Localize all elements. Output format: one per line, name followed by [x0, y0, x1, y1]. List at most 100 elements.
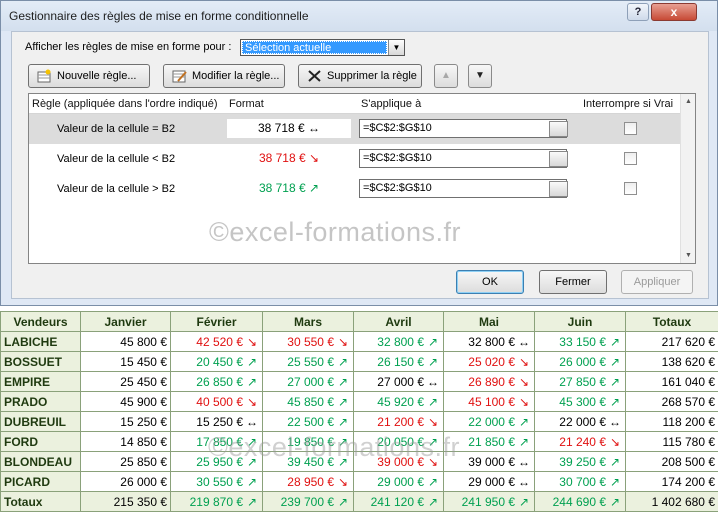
value-cell[interactable]: 32 800 € ↔	[443, 331, 535, 352]
value-cell[interactable]: 244 690 € ↗	[534, 491, 626, 512]
total-cell[interactable]: 217 620 €	[625, 331, 718, 352]
value-cell[interactable]: 26 000 € ↗	[534, 351, 626, 372]
value-cell[interactable]: 29 000 € ↗	[353, 471, 444, 492]
scroll-down-icon[interactable]: ▼	[681, 248, 696, 263]
value-cell[interactable]: 25 020 € ↘	[443, 351, 535, 372]
vendor-name-cell[interactable]: BOSSUET	[0, 351, 81, 372]
total-cell[interactable]: 174 200 €	[625, 471, 718, 492]
rules-header: Règle (appliquée dans l'ordre indiqué) F…	[29, 94, 680, 114]
total-cell[interactable]: 115 780 €	[625, 431, 718, 452]
close-window-button[interactable]: x	[651, 3, 697, 21]
rule-range-input[interactable]: =$C$2:$G$10	[359, 149, 567, 168]
ok-button[interactable]: OK	[456, 270, 524, 294]
scroll-up-icon[interactable]: ▲	[681, 94, 696, 109]
rule-row-1[interactable]: Valeur de la cellule = B2 38 718 € ↔ =$C…	[29, 114, 680, 144]
value-cell[interactable]: 42 520 € ↘	[170, 331, 263, 352]
show-rules-select[interactable]: Sélection actuelle ▼	[240, 39, 405, 56]
vendor-name-cell[interactable]: PRADO	[0, 391, 81, 412]
value-cell[interactable]: 21 240 € ↘	[534, 431, 626, 452]
stop-if-true-checkbox[interactable]	[624, 122, 637, 135]
vendor-name-cell[interactable]: LABICHE	[0, 331, 81, 352]
value-cell[interactable]: 21 200 € ↘	[353, 411, 444, 432]
rule-row-2[interactable]: Valeur de la cellule < B2 38 718 € ↘ =$C…	[29, 144, 680, 174]
value-cell[interactable]: 30 700 € ↗	[534, 471, 626, 492]
cell-value: 14 850 €	[120, 434, 167, 449]
value-cell[interactable]: 15 250 €	[80, 411, 171, 432]
total-cell[interactable]: 1 402 680 €	[625, 491, 718, 512]
move-down-button[interactable]: ▼	[468, 64, 492, 88]
new-rule-button[interactable]: Nouvelle règle...	[28, 64, 150, 88]
value-cell[interactable]: 15 250 € ↔	[170, 411, 263, 432]
value-cell[interactable]: 26 850 € ↗	[170, 371, 263, 392]
value-cell[interactable]: 27 000 € ↗	[262, 371, 354, 392]
value-cell[interactable]: 33 150 € ↗	[534, 331, 626, 352]
range-picker-icon[interactable]	[549, 121, 568, 137]
total-cell[interactable]: 268 570 €	[625, 391, 718, 412]
value-cell[interactable]: 22 000 € ↗	[443, 411, 535, 432]
value-cell[interactable]: 26 890 € ↘	[443, 371, 535, 392]
range-picker-icon[interactable]	[549, 151, 568, 167]
cell-value: 219 870 €	[189, 494, 243, 509]
value-cell[interactable]: 45 900 €	[80, 391, 171, 412]
move-up-button[interactable]: ▲	[434, 64, 458, 88]
value-cell[interactable]: 32 800 € ↗	[353, 331, 444, 352]
value-cell[interactable]: 241 950 € ↗	[443, 491, 535, 512]
value-cell[interactable]: 22 000 € ↔	[534, 411, 626, 432]
value-cell[interactable]: 39 250 € ↗	[534, 451, 626, 472]
value-cell[interactable]: 45 800 €	[80, 331, 171, 352]
value-cell[interactable]: 45 300 € ↗	[534, 391, 626, 412]
value-cell[interactable]: 45 920 € ↗	[353, 391, 444, 412]
value-cell[interactable]: 219 870 € ↗	[170, 491, 263, 512]
value-cell[interactable]: 27 850 € ↗	[534, 371, 626, 392]
value-cell[interactable]: 14 850 €	[80, 431, 171, 452]
close-button[interactable]: Fermer	[539, 270, 607, 294]
value-cell[interactable]: 239 700 € ↗	[262, 491, 354, 512]
watermark: ©excel-formations.fr	[208, 432, 460, 462]
stop-if-true-checkbox[interactable]	[624, 182, 637, 195]
vendor-name-cell[interactable]: EMPIRE	[0, 371, 81, 392]
value-cell[interactable]: 15 450 €	[80, 351, 171, 372]
value-cell[interactable]: 30 550 € ↗	[170, 471, 263, 492]
arrow-down-icon: ▼	[475, 70, 485, 81]
rule-range-input[interactable]: =$C$2:$G$10	[359, 119, 567, 138]
value-cell[interactable]: 215 350 €	[80, 491, 171, 512]
chevron-down-icon[interactable]: ▼	[388, 40, 404, 55]
value-cell[interactable]: 25 550 € ↗	[262, 351, 354, 372]
value-cell[interactable]: 26 000 €	[80, 471, 171, 492]
vendor-name-cell[interactable]: BLONDEAU	[0, 451, 81, 472]
help-button[interactable]: ?	[627, 3, 649, 21]
delete-rule-button[interactable]: Supprimer la règle	[298, 64, 422, 88]
value-cell[interactable]: 28 950 € ↘	[262, 471, 354, 492]
rule-range-input[interactable]: =$C$2:$G$10	[359, 179, 567, 198]
value-cell[interactable]: 22 500 € ↗	[262, 411, 354, 432]
value-cell[interactable]: 25 850 €	[80, 451, 171, 472]
vendor-name-cell[interactable]: Totaux	[0, 491, 81, 512]
total-cell[interactable]: 161 040 €	[625, 371, 718, 392]
value-cell[interactable]: 40 500 € ↘	[170, 391, 263, 412]
value-cell[interactable]: 26 150 € ↗	[353, 351, 444, 372]
stop-if-true-checkbox[interactable]	[624, 152, 637, 165]
value-cell[interactable]: 241 120 € ↗	[353, 491, 444, 512]
rules-scrollbar[interactable]: ▲ ▼	[680, 94, 695, 263]
value-cell[interactable]: 30 550 € ↘	[262, 331, 354, 352]
total-cell[interactable]: 208 500 €	[625, 451, 718, 472]
vendor-name-cell[interactable]: DUBREUIL	[0, 411, 81, 432]
cell-value: 33 150 €	[559, 334, 606, 349]
range-picker-icon[interactable]	[549, 181, 568, 197]
value-cell[interactable]: 25 450 €	[80, 371, 171, 392]
vendor-name-cell[interactable]: FORD	[0, 431, 81, 452]
value-cell[interactable]: 27 000 € ↔	[353, 371, 444, 392]
total-cell[interactable]: 138 620 €	[625, 351, 718, 372]
cell-value: 45 920 €	[377, 394, 424, 409]
value-cell[interactable]: 29 000 € ↔	[443, 471, 535, 492]
rule-row-3[interactable]: Valeur de la cellule > B2 38 718 € ↗ =$C…	[29, 174, 680, 204]
value-cell[interactable]: 45 850 € ↗	[262, 391, 354, 412]
trend-up-icon: ↗	[609, 334, 621, 349]
value-cell[interactable]: 20 450 € ↗	[170, 351, 263, 372]
trend-down-icon: ↘	[246, 394, 258, 409]
apply-button[interactable]: Appliquer	[621, 270, 693, 294]
edit-rule-button[interactable]: Modifier la règle...	[163, 64, 285, 88]
total-cell[interactable]: 118 200 €	[625, 411, 718, 432]
value-cell[interactable]: 45 100 € ↘	[443, 391, 535, 412]
vendor-name-cell[interactable]: PICARD	[0, 471, 81, 492]
